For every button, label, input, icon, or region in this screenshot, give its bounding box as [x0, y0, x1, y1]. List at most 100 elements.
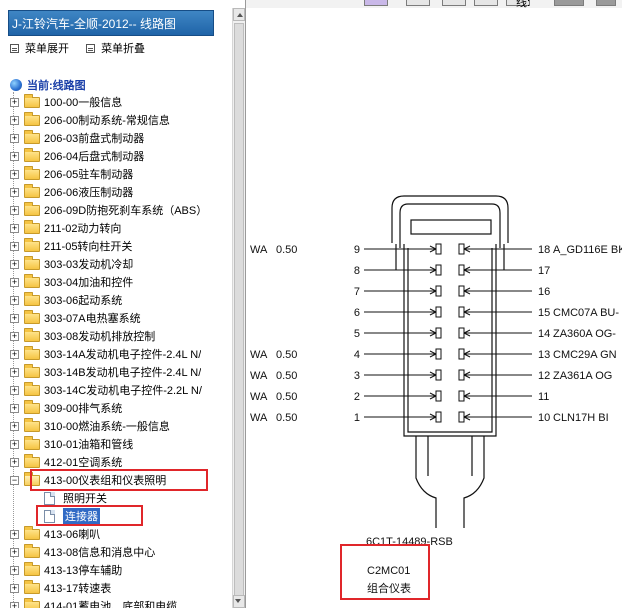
expand-icon[interactable]: + — [10, 295, 19, 305]
tree-node[interactable]: +206-04后盘式制动器 — [10, 147, 232, 165]
expand-menu-button[interactable]: 菜单展开 — [10, 40, 69, 56]
expand-icon[interactable]: + — [10, 583, 19, 593]
pin-number: 13 — [538, 349, 550, 361]
folder-icon — [24, 363, 40, 378]
expand-icon[interactable]: + — [10, 457, 19, 467]
tree-node[interactable]: +206-05驻车制动器 — [10, 165, 232, 183]
collapse-icon[interactable]: − — [10, 475, 19, 485]
tree-node[interactable]: +206-09D防抱死刹车系统（ABS） — [10, 201, 232, 219]
folder-icon — [24, 345, 40, 360]
tree-node[interactable]: +100-00一般信息 — [10, 93, 232, 111]
pin-cavity — [435, 411, 442, 423]
expand-icon[interactable]: + — [10, 151, 19, 161]
tree-node[interactable]: +412-01空调系统 — [10, 453, 232, 471]
tree-node-label: 303-14C发动机电子控件-2.2L N/ — [44, 385, 202, 397]
expand-icon[interactable]: + — [10, 169, 19, 179]
connector-drawing: WA 0.50 9 18 A_GD116E BK 8 17 7 16 6 15 CMC07A BU- 5… — [250, 195, 622, 595]
toolbar-button[interactable] — [596, 0, 616, 6]
tree-node[interactable]: +303-14B发动机电子控件-2.4L N/ — [10, 363, 232, 381]
tree-node[interactable]: − 413-00仪表组和仪表照明 — [10, 471, 232, 489]
tree-node[interactable]: +303-14C发动机电子控件-2.2L N/ — [10, 381, 232, 399]
pin-cavity — [458, 369, 465, 381]
toolbar-button[interactable] — [406, 0, 430, 6]
expand-icon[interactable]: + — [10, 547, 19, 557]
expand-icon[interactable]: + — [10, 439, 19, 449]
folder-icon — [24, 327, 40, 342]
folder-icon — [24, 525, 40, 540]
tree-child-label: 连接器 — [63, 508, 100, 524]
navigation-pane: J-江铃汽车-全顺-2012-- 线路图 菜单展开 菜单折叠 当前:线路图 +1… — [0, 0, 246, 608]
tree-node-label: 413-13停车辅助 — [44, 565, 123, 577]
tree-node[interactable]: +310-00燃油系统-一般信息 — [10, 417, 232, 435]
expand-icon[interactable]: + — [10, 385, 19, 395]
expand-icon[interactable]: + — [10, 565, 19, 575]
folder-icon — [24, 543, 40, 558]
folder-icon — [24, 129, 40, 144]
tree-node[interactable]: +206-03前盘式制动器 — [10, 129, 232, 147]
expand-icon[interactable]: + — [10, 133, 19, 143]
tree-node[interactable]: +206-00制动系统-常规信息 — [10, 111, 232, 129]
scrollbar-thumb[interactable] — [234, 23, 244, 603]
folder-icon — [24, 219, 40, 234]
tree-node[interactable]: +303-08发动机排放控制 — [10, 327, 232, 345]
expand-icon[interactable]: + — [10, 601, 19, 608]
tree-node[interactable]: +303-04加油和控件 — [10, 273, 232, 291]
wire-color: WA — [250, 349, 268, 361]
tree-node[interactable]: +211-05转向柱开关 — [10, 237, 232, 255]
tree-node[interactable]: +310-01油箱和管线 — [10, 435, 232, 453]
expand-icon[interactable]: + — [10, 115, 19, 125]
tree-node-label: 414-01蓄电池、底部和电缆 — [44, 601, 178, 608]
tree-node[interactable]: +414-01蓄电池、底部和电缆 — [10, 597, 232, 608]
tree-node[interactable]: +413-08信息和消息中心 — [10, 543, 232, 561]
tree-node[interactable]: +206-06液压制动器 — [10, 183, 232, 201]
circuit-label: ZA361A OG — [553, 370, 612, 382]
tree-node[interactable]: +309-00排气系统 — [10, 399, 232, 417]
pin-cavity — [458, 348, 465, 360]
tree-child-item[interactable]: 照明开关 — [44, 489, 107, 507]
expand-icon[interactable]: + — [10, 313, 19, 323]
tree-node[interactable]: +303-14A发动机电子控件-2.4L N/ — [10, 345, 232, 363]
expand-icon[interactable]: + — [10, 259, 19, 269]
folder-icon — [24, 453, 40, 468]
tree-node-label: 303-04加油和控件 — [44, 277, 134, 289]
expand-icon[interactable]: + — [10, 529, 19, 539]
collapse-menu-button[interactable]: 菜单折叠 — [86, 40, 145, 56]
tree-node[interactable]: +211-02动力转向 — [10, 219, 232, 237]
expand-icon[interactable]: + — [10, 403, 19, 413]
tree-node[interactable]: +303-03发动机冷却 — [10, 255, 232, 273]
expand-icon[interactable]: + — [10, 277, 19, 287]
current-location-label: 当前:线路图 — [27, 80, 86, 92]
expand-icon[interactable]: + — [10, 367, 19, 377]
viewer-toolbar: 线: — [246, 0, 622, 8]
scroll-down-arrow-icon[interactable] — [233, 595, 245, 608]
tree-node[interactable]: +413-13停车辅助 — [10, 561, 232, 579]
tree-node-label: 303-03发动机冷却 — [44, 259, 134, 271]
tree-node-label: 413-00仪表组和仪表照明 — [44, 475, 167, 487]
tree-child-item[interactable]: 连接器 — [44, 507, 100, 525]
folder-icon — [24, 255, 40, 270]
expand-icon[interactable]: + — [10, 97, 19, 107]
tree-node[interactable]: +413-06喇叭 — [10, 525, 232, 543]
pin-number: 17 — [538, 265, 550, 277]
toolbar-button[interactable] — [364, 0, 388, 6]
tree-child-label: 照明开关 — [63, 493, 107, 505]
tree-scrollbar[interactable] — [232, 8, 245, 608]
expand-icon[interactable]: + — [10, 349, 19, 359]
toolbar-button[interactable] — [442, 0, 466, 6]
expand-icon[interactable]: + — [10, 421, 19, 431]
pin-cavity — [435, 348, 442, 360]
wire-size: 0.50 — [276, 244, 297, 256]
tree-node[interactable]: +303-06起动系统 — [10, 291, 232, 309]
expand-icon[interactable]: + — [10, 241, 19, 251]
tree-node[interactable]: +303-07A电热塞系统 — [10, 309, 232, 327]
toolbar-button[interactable] — [554, 0, 584, 6]
wire-size: 0.50 — [276, 349, 297, 361]
expand-icon[interactable]: + — [10, 187, 19, 197]
toolbar-button[interactable] — [474, 0, 498, 6]
expand-icon[interactable]: + — [10, 205, 19, 215]
scroll-up-arrow-icon[interactable] — [233, 8, 245, 21]
current-location: 当前:线路图 — [10, 77, 86, 93]
expand-icon[interactable]: + — [10, 223, 19, 233]
expand-icon[interactable]: + — [10, 331, 19, 341]
tree-node[interactable]: +413-17转速表 — [10, 579, 232, 597]
